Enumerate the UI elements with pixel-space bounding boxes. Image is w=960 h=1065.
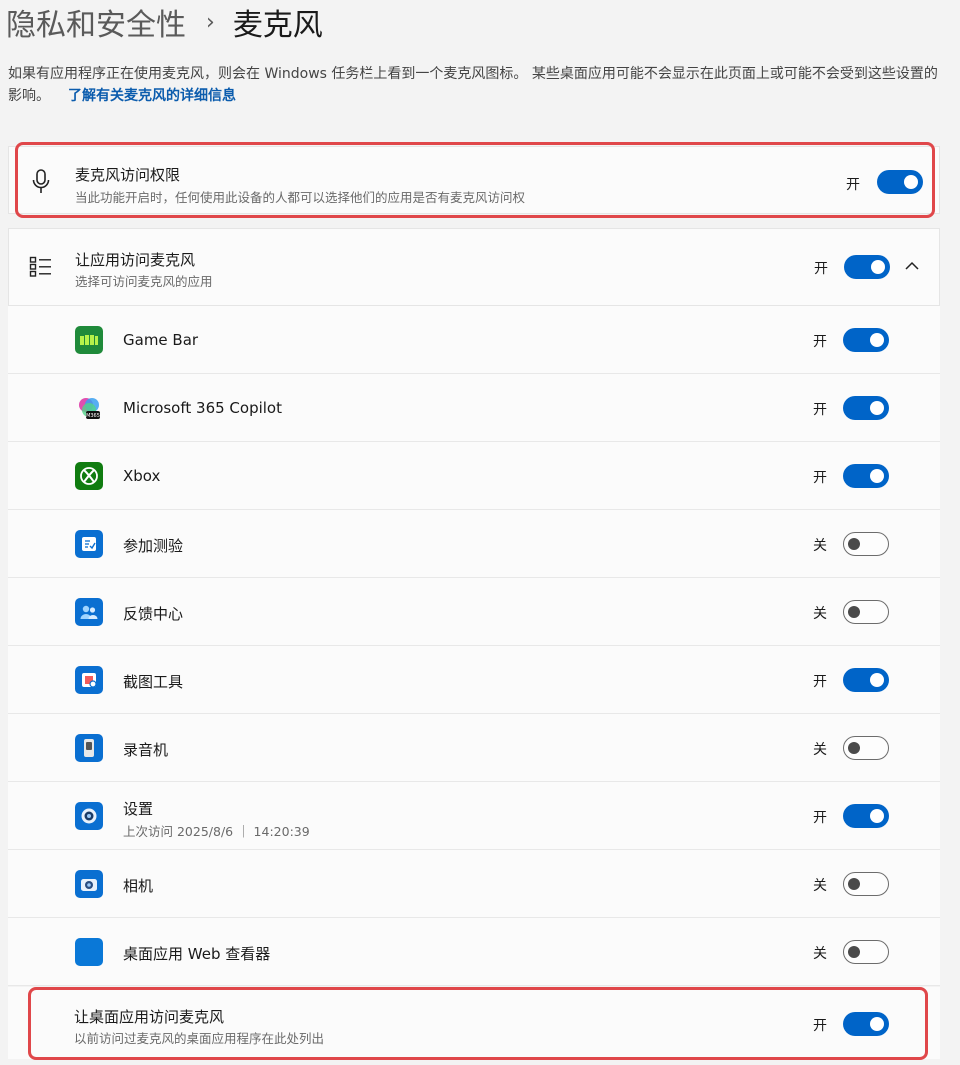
app-toggle[interactable] bbox=[843, 736, 889, 760]
desktop-access-row: 让桌面应用访问麦克风 以前访问过麦克风的桌面应用程序在此处列出 开 bbox=[8, 987, 940, 1059]
app-row: Xbox 开 bbox=[8, 442, 940, 510]
app-row: 桌面应用 Web 查看器 关 bbox=[8, 918, 940, 986]
svg-text:M365: M365 bbox=[86, 413, 100, 419]
take-a-test-icon bbox=[75, 530, 103, 558]
app-row: 参加测验 关 bbox=[8, 510, 940, 578]
desktop-access-state: 开 bbox=[813, 1018, 827, 1034]
app-name: 录音机 bbox=[123, 741, 169, 759]
app-access-subtitle: 选择可访问麦克风的应用 bbox=[75, 274, 213, 289]
mic-access-state: 开 bbox=[846, 177, 860, 193]
list-icon bbox=[29, 256, 51, 277]
app-toggle[interactable] bbox=[843, 532, 889, 556]
app-name: 参加测验 bbox=[123, 537, 184, 555]
microphone-icon bbox=[32, 169, 50, 193]
mic-access-card: 麦克风访问权限 当此功能开启时，任何使用此设备的人都可以选择他们的应用是否有麦克… bbox=[8, 146, 940, 214]
app-name: 截图工具 bbox=[123, 673, 184, 691]
app-name: 设置 bbox=[123, 800, 154, 818]
app-row: M365 Microsoft 365 Copilot 开 bbox=[8, 374, 940, 442]
app-toggle[interactable] bbox=[843, 396, 889, 420]
desktop-access-title: 让桌面应用访问麦克风 bbox=[74, 1008, 225, 1026]
app-toggle-state: 关 bbox=[813, 742, 827, 758]
app-toggle[interactable] bbox=[843, 464, 889, 488]
app-toggle[interactable] bbox=[843, 668, 889, 692]
app-row: 设置上次访问 2025/8/6 ｜ 14:20:39 开 bbox=[8, 782, 940, 850]
camera-icon bbox=[75, 870, 103, 898]
app-row: 相机 关 bbox=[8, 850, 940, 918]
web-viewer-icon bbox=[75, 938, 103, 966]
mic-access-subtitle: 当此功能开启时，任何使用此设备的人都可以选择他们的应用是否有麦克风访问权 bbox=[75, 190, 526, 205]
chevron-up-icon[interactable] bbox=[905, 261, 919, 271]
sound-recorder-icon bbox=[75, 734, 103, 762]
app-toggle[interactable] bbox=[843, 600, 889, 624]
app-toggle-state: 开 bbox=[813, 810, 827, 826]
app-toggle-state: 开 bbox=[813, 334, 827, 350]
breadcrumb-parent[interactable]: 隐私和安全性 bbox=[6, 0, 186, 44]
snipping-tool-icon bbox=[75, 666, 103, 694]
page-title: 麦克风 bbox=[232, 8, 323, 43]
app-row: 反馈中心 关 bbox=[8, 578, 940, 646]
app-access-title: 让应用访问麦克风 bbox=[75, 251, 196, 269]
app-toggle[interactable] bbox=[843, 328, 889, 352]
app-last-access: 上次访问 2025/8/6 ｜ 14:20:39 bbox=[123, 824, 310, 839]
app-toggle-state: 关 bbox=[813, 946, 827, 962]
app-name: 相机 bbox=[123, 877, 154, 895]
app-toggle-state: 开 bbox=[813, 674, 827, 690]
app-toggle[interactable] bbox=[843, 872, 889, 896]
breadcrumb-separator-icon: › bbox=[206, 9, 215, 35]
app-name: Xbox bbox=[123, 467, 161, 485]
desktop-access-toggle[interactable] bbox=[843, 1012, 889, 1036]
settings-gear-icon bbox=[75, 802, 103, 830]
xbox-icon bbox=[75, 462, 103, 490]
breadcrumb: 隐私和安全性 › 麦克风 bbox=[6, 0, 323, 44]
game-bar-icon bbox=[75, 326, 103, 354]
app-toggle[interactable] bbox=[843, 804, 889, 828]
app-access-row[interactable]: 让应用访问麦克风 选择可访问麦克风的应用 开 bbox=[8, 228, 940, 306]
app-toggle-state: 开 bbox=[813, 470, 827, 486]
app-toggle-state: 关 bbox=[813, 878, 827, 894]
app-name: 桌面应用 Web 查看器 bbox=[123, 945, 271, 963]
feedback-hub-icon bbox=[75, 598, 103, 626]
app-toggle[interactable] bbox=[843, 940, 889, 964]
mic-access-toggle[interactable] bbox=[877, 170, 923, 194]
app-toggle-state: 关 bbox=[813, 606, 827, 622]
app-name: 反馈中心 bbox=[123, 605, 184, 623]
app-toggle-state: 关 bbox=[813, 538, 827, 554]
app-row: Game Bar 开 bbox=[8, 306, 940, 374]
desktop-access-subtitle: 以前访问过麦克风的桌面应用程序在此处列出 bbox=[74, 1031, 325, 1046]
app-row: 录音机 关 bbox=[8, 714, 940, 782]
learn-more-link[interactable]: 了解有关麦克风的详细信息 bbox=[68, 88, 236, 104]
app-name: Microsoft 365 Copilot bbox=[123, 399, 282, 417]
app-name: Game Bar bbox=[123, 331, 199, 349]
app-toggle-state: 开 bbox=[813, 402, 827, 418]
m365-copilot-icon: M365 bbox=[75, 394, 103, 422]
app-row: 截图工具 开 bbox=[8, 646, 940, 714]
app-access-toggle[interactable] bbox=[844, 255, 890, 279]
page-description: 如果有应用程序正在使用麦克风，则会在 Windows 任务栏上看到一个麦克风图标… bbox=[8, 63, 948, 107]
mic-access-title: 麦克风访问权限 bbox=[75, 166, 181, 184]
app-access-state: 开 bbox=[814, 261, 828, 277]
